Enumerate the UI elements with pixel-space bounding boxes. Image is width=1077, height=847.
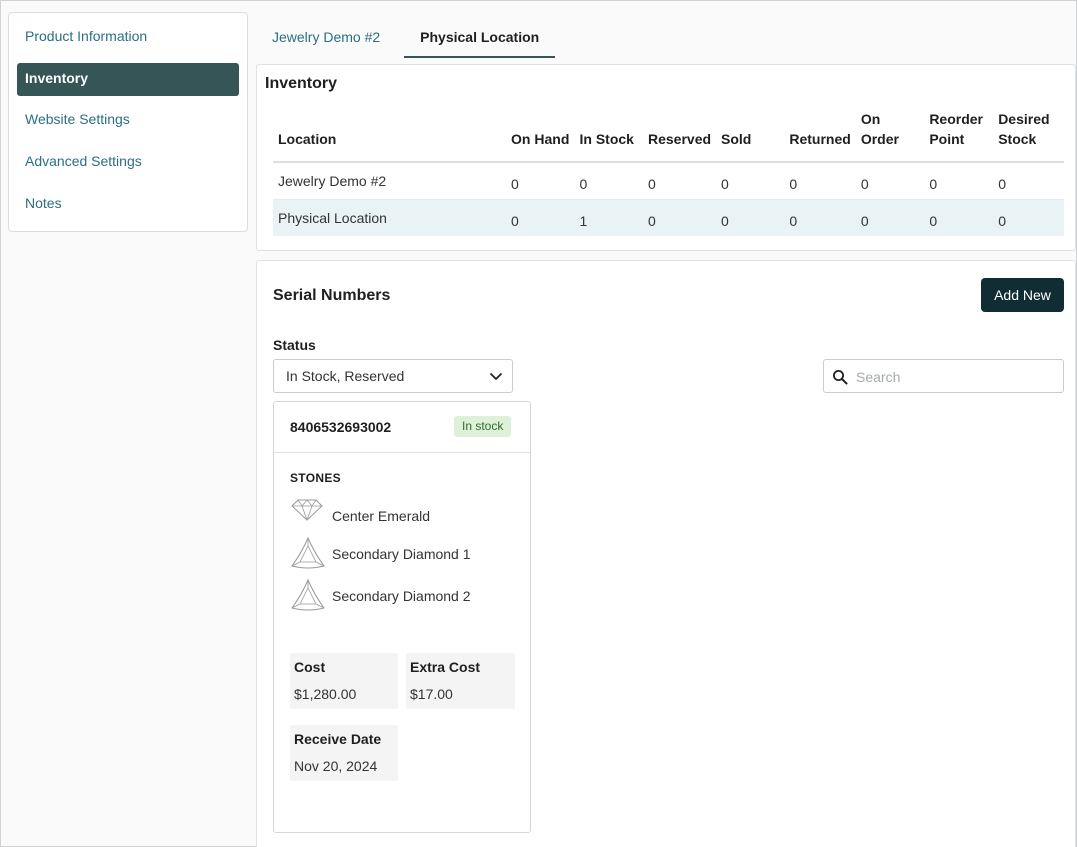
- sidebar-item-inventory[interactable]: Inventory: [17, 63, 239, 96]
- col-returned: Returned: [784, 109, 856, 163]
- col-reorder-point: Reorder Point: [924, 109, 994, 163]
- inventory-panel: Inventory Location On Hand In Stock Rese…: [256, 64, 1076, 251]
- cell-reorder-point: 0: [924, 199, 994, 236]
- cell-in-stock: 1: [574, 199, 643, 236]
- stone-item: Center Emerald: [290, 498, 520, 534]
- cell-returned: 0: [784, 162, 856, 200]
- cell-reserved: 0: [642, 199, 717, 236]
- cell-sold: 0: [716, 162, 785, 200]
- status-badge: In stock: [454, 416, 512, 437]
- serial-numbers-panel: Serial Numbers Add New Status In Stock, …: [256, 260, 1076, 847]
- round-gem-icon: [291, 499, 323, 522]
- stone-item: Secondary Diamond 1: [290, 536, 520, 572]
- cell-reorder-point: 0: [924, 162, 994, 200]
- cell-in-stock: 0: [574, 162, 643, 200]
- tab-jewelry-demo-2[interactable]: Jewelry Demo #2: [256, 19, 396, 58]
- inventory-title: Inventory: [265, 75, 338, 92]
- sidebar: Product Information Inventory Website Se…: [8, 12, 248, 232]
- extra-cost-label: Extra Cost: [410, 659, 481, 675]
- receive-date-field: Receive Date Nov 20, 2024: [290, 725, 398, 781]
- trillion-gem-icon: [291, 578, 325, 611]
- extra-cost-field: Extra Cost $17.00: [406, 653, 515, 709]
- chevron-down-icon: [490, 373, 502, 380]
- cell-reserved: 0: [642, 162, 717, 200]
- status-label: Status: [273, 337, 316, 353]
- col-in-stock: In Stock: [574, 109, 643, 163]
- serial-numbers-title: Serial Numbers: [273, 287, 391, 304]
- table-row: Physical Location 0 1 0 0 0 0 0 0: [273, 199, 1064, 236]
- col-on-order: On Order: [855, 109, 925, 163]
- stones-label: STONES: [290, 471, 341, 485]
- cell-location: Physical Location: [273, 199, 507, 236]
- col-location: Location: [273, 109, 507, 163]
- sidebar-item-advanced-settings[interactable]: Advanced Settings: [17, 146, 239, 180]
- cell-location: Jewelry Demo #2: [273, 162, 507, 200]
- cell-on-hand: 0: [506, 162, 575, 200]
- search-input[interactable]: [856, 366, 1056, 388]
- stone-item: Secondary Diamond 2: [290, 578, 520, 614]
- cost-value: $1,280.00: [294, 686, 357, 702]
- receive-date-value: Nov 20, 2024: [294, 758, 378, 774]
- sidebar-item-product-information[interactable]: Product Information: [17, 21, 239, 55]
- cell-on-order: 0: [855, 199, 925, 236]
- search-box: [823, 359, 1064, 393]
- serial-card[interactable]: 8406532693002 In stock STONES Center Eme…: [273, 401, 531, 833]
- cell-sold: 0: [716, 199, 785, 236]
- stone-name: Secondary Diamond 1: [332, 546, 471, 562]
- tab-physical-location[interactable]: Physical Location: [404, 19, 556, 58]
- app-frame: Product Information Inventory Website Se…: [0, 0, 1077, 847]
- cost-label: Cost: [294, 659, 326, 675]
- trillion-gem-icon: [291, 536, 325, 569]
- col-sold: Sold: [716, 109, 785, 163]
- col-desired-stock: Desired Stock: [993, 109, 1064, 163]
- cell-on-order: 0: [855, 162, 925, 200]
- cell-on-hand: 0: [506, 199, 575, 236]
- stone-name: Center Emerald: [332, 508, 431, 524]
- receive-date-label: Receive Date: [294, 731, 382, 747]
- sidebar-item-website-settings[interactable]: Website Settings: [17, 104, 239, 138]
- cell-desired-stock: 0: [993, 162, 1064, 200]
- cost-field: Cost $1,280.00: [290, 653, 398, 709]
- status-select-value: In Stock, Reserved: [286, 368, 405, 384]
- col-reserved: Reserved: [642, 109, 717, 163]
- search-icon: [833, 370, 848, 385]
- serial-number: 8406532693002: [290, 419, 392, 435]
- status-select[interactable]: In Stock, Reserved: [273, 359, 513, 393]
- serial-card-header: 8406532693002 In stock: [274, 402, 530, 453]
- cell-returned: 0: [784, 199, 856, 236]
- inventory-table: Location On Hand In Stock Reserved Sold …: [273, 109, 1064, 236]
- stone-name: Secondary Diamond 2: [332, 588, 471, 604]
- table-row: Jewelry Demo #2 0 0 0 0 0 0 0 0: [273, 162, 1064, 200]
- cell-desired-stock: 0: [993, 199, 1064, 236]
- extra-cost-value: $17.00: [410, 686, 453, 702]
- table-header-row: Location On Hand In Stock Reserved Sold …: [273, 109, 1064, 163]
- col-on-hand: On Hand: [506, 109, 575, 163]
- add-new-button[interactable]: Add New: [981, 278, 1064, 312]
- location-tabs: Jewelry Demo #2 Physical Location: [256, 19, 556, 59]
- sidebar-item-notes[interactable]: Notes: [17, 188, 239, 222]
